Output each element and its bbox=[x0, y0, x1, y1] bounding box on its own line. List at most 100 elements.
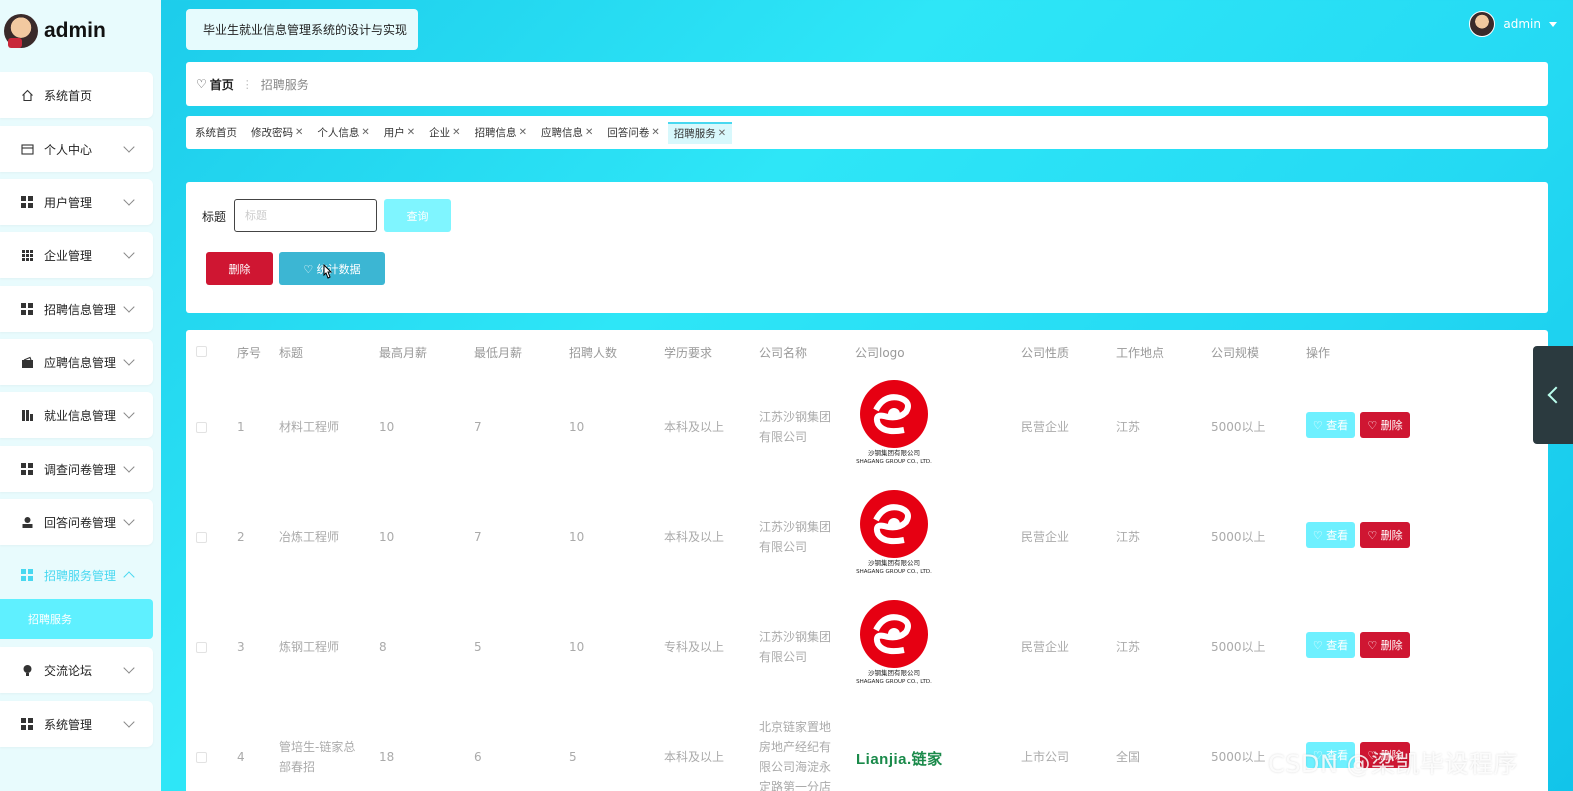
query-button[interactable]: 查询 bbox=[384, 199, 451, 232]
cell-title: 冶炼工程师 bbox=[279, 530, 340, 544]
chevron-down-icon bbox=[123, 716, 135, 728]
sidebar-item-label: 系统管理 bbox=[44, 717, 93, 732]
row-checkbox[interactable] bbox=[196, 752, 207, 763]
sidebar: admin 系统首页 个人中心 用户管理 企业管理 招聘信息管理 应聘信息管理 bbox=[0, 0, 161, 791]
shagang-logo: 沙钢集团有限公司 SHAGANG GROUP CO., LTD. bbox=[854, 380, 934, 466]
cell-nature: 上市公司 bbox=[1021, 750, 1070, 764]
breadcrumb: ♡ 首页 ⋮ 招聘服务 bbox=[186, 62, 1548, 106]
sidebar-item-label: 交流论坛 bbox=[44, 663, 93, 678]
tag-label: 个人信息 bbox=[317, 127, 360, 139]
svg-text:SHAGANG GROUP CO., LTD.: SHAGANG GROUP CO., LTD. bbox=[856, 569, 932, 575]
column-header: 序号 bbox=[237, 346, 262, 360]
row-checkbox[interactable] bbox=[196, 422, 207, 433]
batch-delete-button[interactable]: 删除 bbox=[206, 252, 273, 285]
chevron-down-icon bbox=[123, 194, 135, 206]
select-all-checkbox[interactable] bbox=[196, 346, 207, 357]
home-icon bbox=[20, 88, 34, 102]
sidebar-item-recruitment-info[interactable]: 招聘信息管理 bbox=[0, 286, 153, 332]
sidebar-item-label: 系统首页 bbox=[44, 88, 93, 103]
cell-company: 江苏沙钢集团 有限公司 bbox=[759, 520, 832, 554]
grid-icon bbox=[20, 568, 34, 582]
sidebar-item-label: 应聘信息管理 bbox=[44, 355, 117, 370]
delete-button[interactable]: ♡ 删除 bbox=[1360, 522, 1410, 548]
tag-change-password[interactable]: 修改密码 ✕ bbox=[251, 122, 303, 144]
tag-company[interactable]: 企业 ✕ bbox=[429, 122, 460, 144]
breadcrumb-current: 招聘服务 bbox=[260, 77, 309, 92]
sidebar-item-label: 企业管理 bbox=[44, 248, 93, 263]
view-label: 查看 bbox=[1326, 639, 1349, 652]
collapse-panel-tab[interactable] bbox=[1533, 346, 1573, 444]
sidebar-item-label: 个人中心 bbox=[44, 142, 93, 157]
sidebar-item-company-management[interactable]: 企业管理 bbox=[0, 232, 153, 278]
sidebar-item-personal-center[interactable]: 个人中心 bbox=[0, 126, 153, 172]
column-header: 公司性质 bbox=[1021, 346, 1070, 360]
svg-text:沙钢集团有限公司: 沙钢集团有限公司 bbox=[868, 668, 920, 677]
close-icon[interactable]: ✕ bbox=[407, 127, 415, 138]
svg-text:SHAGANG GROUP CO., LTD.: SHAGANG GROUP CO., LTD. bbox=[856, 459, 932, 465]
sidebar-item-system-management[interactable]: 系统管理 bbox=[0, 701, 153, 747]
sidebar-item-survey-management[interactable]: 调查问卷管理 bbox=[0, 446, 153, 492]
view-button[interactable]: ♡ 查看 bbox=[1306, 632, 1355, 658]
cell-education: 专科及以上 bbox=[664, 640, 725, 654]
tag-label: 应聘信息 bbox=[540, 127, 583, 139]
row-checkbox[interactable] bbox=[196, 642, 207, 653]
heart-icon: ♡ bbox=[1367, 529, 1381, 542]
card-icon bbox=[20, 142, 34, 156]
delete-button[interactable]: ♡ 删除 bbox=[1360, 632, 1410, 658]
chevron-down-icon bbox=[123, 461, 135, 473]
cell-count: 10 bbox=[569, 640, 585, 654]
sidebar-item-application-info[interactable]: 应聘信息管理 bbox=[0, 339, 153, 385]
cell-max-salary: 18 bbox=[379, 750, 395, 764]
tag-personal-info[interactable]: 个人信息 ✕ bbox=[317, 122, 369, 144]
delete-button[interactable]: ♡ 删除 bbox=[1360, 412, 1410, 438]
title-search-input[interactable] bbox=[234, 199, 377, 232]
breadcrumb-home[interactable]: 首页 bbox=[210, 76, 234, 93]
sidebar-item-recruitment-service[interactable]: 招聘服务管理 bbox=[0, 552, 153, 598]
sidebar-item-label: 调查问卷管理 bbox=[44, 462, 117, 477]
mouse-pointer-icon bbox=[323, 264, 333, 279]
chevron-up-icon bbox=[123, 571, 135, 583]
sidebar-item-label: 招聘服务管理 bbox=[44, 568, 117, 583]
sidebar-item-employment-info[interactable]: 就业信息管理 bbox=[0, 392, 153, 438]
close-icon[interactable]: ✕ bbox=[651, 127, 659, 138]
close-icon[interactable]: ✕ bbox=[452, 127, 460, 138]
user-menu[interactable]: admin bbox=[1469, 11, 1557, 37]
heart-icon: ♡ bbox=[303, 262, 317, 276]
chevron-down-icon bbox=[123, 354, 135, 366]
svg-text:沙钢集团有限公司: 沙钢集团有限公司 bbox=[868, 448, 920, 457]
tag-label: 系统首页 bbox=[195, 127, 237, 139]
view-button[interactable]: ♡ 查看 bbox=[1306, 412, 1355, 438]
row-checkbox[interactable] bbox=[196, 532, 207, 543]
view-label: 查看 bbox=[1326, 419, 1349, 432]
heart-icon: ♡ bbox=[1367, 639, 1381, 652]
shagang-logo: 沙钢集团有限公司 SHAGANG GROUP CO., LTD. bbox=[854, 490, 934, 576]
sidebar-item-user-management[interactable]: 用户管理 bbox=[0, 179, 153, 225]
sidebar-item-forum[interactable]: 交流论坛 bbox=[0, 647, 153, 693]
heart-icon: ♡ bbox=[196, 77, 207, 91]
breadcrumb-separator-icon: ⋮ bbox=[241, 77, 253, 91]
tag-recruitment-info[interactable]: 招聘信息 ✕ bbox=[475, 122, 527, 144]
tag-recruitment-service[interactable]: 招聘服务 ✕ bbox=[667, 121, 733, 144]
delete-label: 删除 bbox=[1380, 529, 1403, 542]
chevron-down-icon bbox=[123, 514, 135, 526]
view-button[interactable]: ♡ 查看 bbox=[1306, 522, 1355, 548]
sidebar-item-home[interactable]: 系统首页 bbox=[0, 72, 153, 118]
tag-answer-survey[interactable]: 回答问卷 ✕ bbox=[607, 122, 659, 144]
close-icon[interactable]: ✕ bbox=[295, 127, 303, 138]
shagang-logo: 沙钢集团有限公司 SHAGANG GROUP CO., LTD. bbox=[854, 600, 934, 686]
brand-avatar bbox=[4, 14, 38, 48]
submenu-item-recruitment-service[interactable]: 招聘服务 bbox=[0, 599, 153, 639]
tag-user[interactable]: 用户 ✕ bbox=[384, 122, 415, 144]
close-icon[interactable]: ✕ bbox=[519, 127, 527, 138]
sidebar-item-answer-management[interactable]: 回答问卷管理 bbox=[0, 499, 153, 545]
close-icon[interactable]: ✕ bbox=[718, 128, 726, 139]
column-header: 公司logo bbox=[855, 346, 905, 360]
cell-count: 5 bbox=[569, 750, 577, 764]
tag-application-info[interactable]: 应聘信息 ✕ bbox=[541, 122, 593, 144]
brand: admin bbox=[0, 0, 161, 62]
close-icon[interactable]: ✕ bbox=[585, 127, 593, 138]
tag-home[interactable]: 系统首页 bbox=[195, 122, 237, 144]
cell-nature: 民营企业 bbox=[1021, 530, 1070, 544]
close-icon[interactable]: ✕ bbox=[361, 127, 369, 138]
bulb-icon bbox=[20, 663, 34, 677]
